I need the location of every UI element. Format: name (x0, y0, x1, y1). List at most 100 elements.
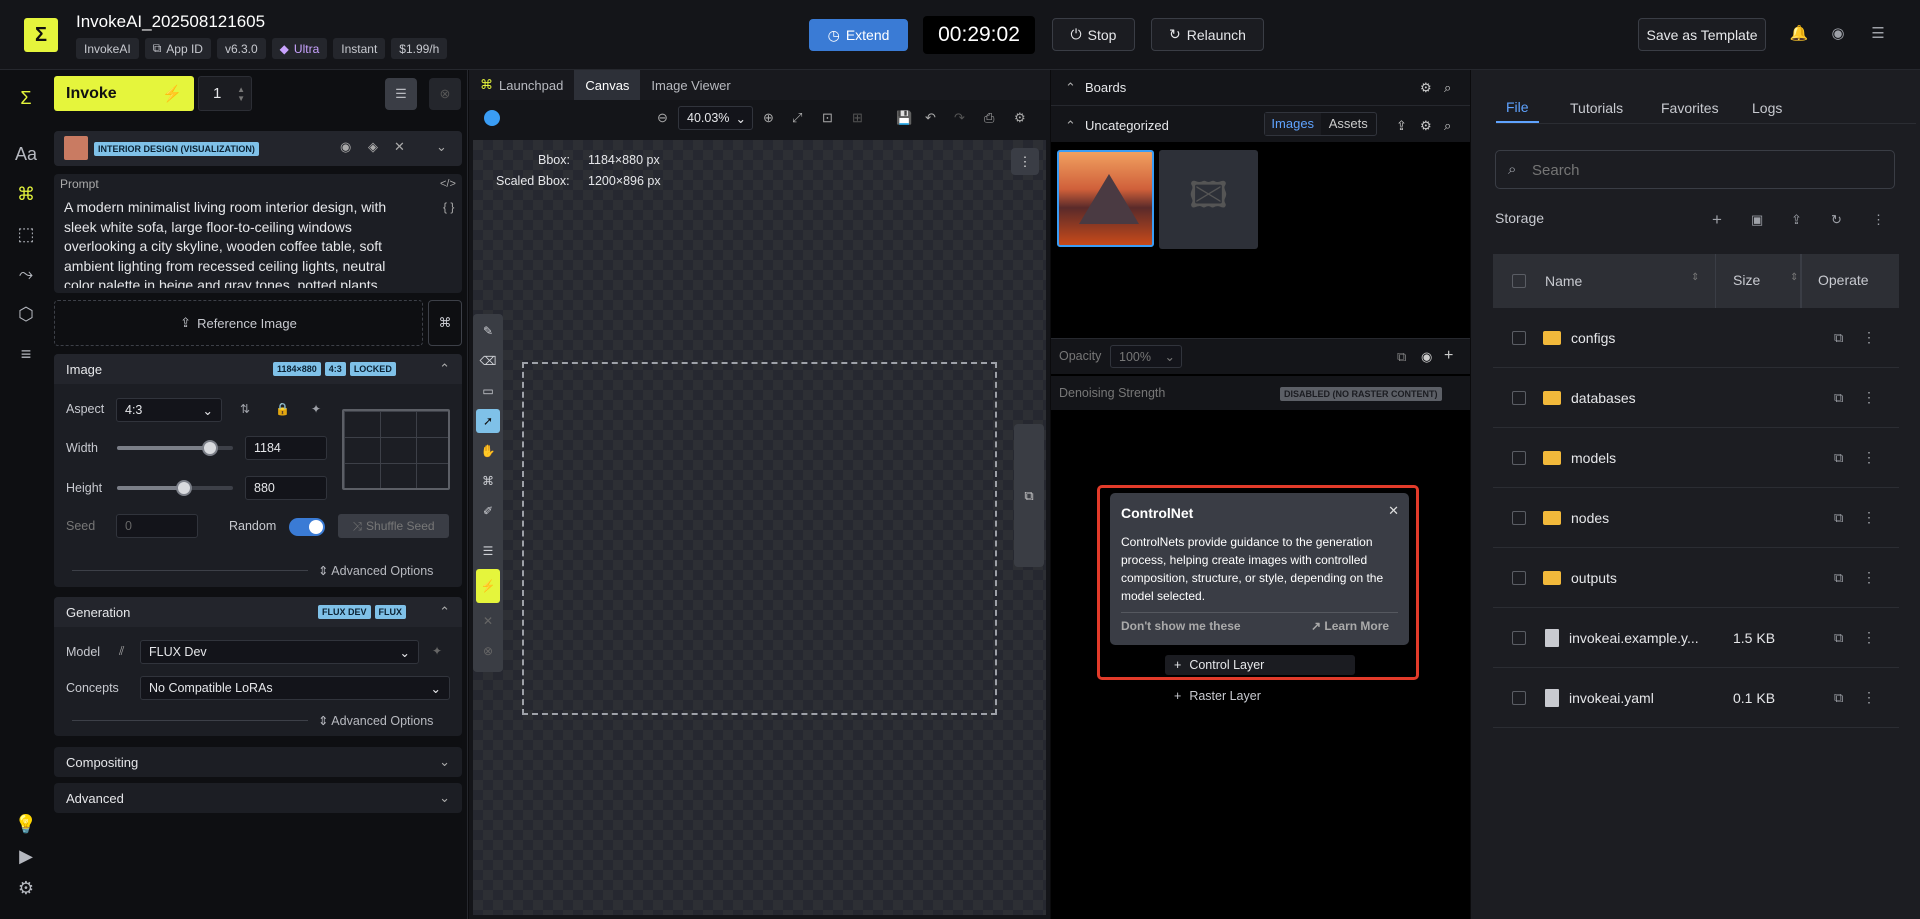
column-size[interactable]: Size (1733, 272, 1760, 288)
row-more-icon[interactable]: ⋮ (1862, 689, 1876, 706)
text-tool-icon[interactable]: Aa (12, 140, 40, 168)
rect-tool-icon[interactable]: ▭ (476, 379, 500, 403)
undo-icon[interactable]: ↶ (925, 110, 936, 126)
height-slider[interactable] (117, 480, 233, 496)
invoke-lightning-icon[interactable]: ⚡ (476, 569, 500, 603)
table-row[interactable]: invokeai.example.y... 1.5 KB ⧉ ⋮ (1493, 608, 1899, 668)
magic-wand-icon[interactable]: ✦ (311, 402, 321, 416)
table-row[interactable]: invokeai.yaml 0.1 KB ⧉ ⋮ (1493, 668, 1899, 728)
row-more-icon[interactable]: ⋮ (1862, 329, 1876, 346)
sort-icon[interactable]: ⇕ (1691, 272, 1699, 283)
uncategorized-board-header[interactable]: ⌃ Uncategorized Images Assets ⇪ ⚙ ⌕ (1051, 106, 1470, 142)
bell-icon[interactable]: 🔔 (1789, 24, 1809, 44)
gallery-toggle-icon[interactable]: ⧉ (1014, 424, 1044, 567)
braces-icon[interactable]: { } (443, 200, 454, 214)
chip-app-id[interactable]: ⧉ App ID (144, 38, 211, 59)
dont-show-link[interactable]: Don't show me these (1121, 619, 1241, 633)
archive-icon[interactable]: ▣ (1751, 212, 1763, 228)
table-row[interactable]: models ⧉ ⋮ (1493, 428, 1899, 488)
canvas-settings-icon[interactable]: ⚙ (1014, 110, 1026, 126)
models-cube-icon[interactable]: ⬡ (12, 300, 40, 328)
copy-path-icon[interactable]: ⧉ (1834, 690, 1843, 706)
file-name[interactable]: invokeai.yaml (1569, 690, 1699, 706)
zoom-out-icon[interactable]: ⊖ (657, 110, 668, 126)
boards-settings-icon[interactable]: ⚙ (1420, 80, 1432, 96)
aspect-select[interactable]: 4:3 ⌄ (116, 398, 222, 422)
placeholder-image-icon[interactable]: 🖾 (1159, 150, 1258, 249)
chevron-up-icon[interactable]: ⌃ (439, 604, 450, 620)
row-checkbox[interactable] (1512, 330, 1526, 345)
column-name[interactable]: Name (1545, 273, 1582, 289)
color-picker-icon[interactable]: ✐ (476, 499, 500, 523)
copy-path-icon[interactable]: ⧉ (1834, 510, 1843, 526)
tab-launchpad[interactable]: ⌘ Launchpad (469, 70, 574, 100)
canvas-more-button[interactable]: ⋮ (1011, 148, 1039, 175)
export-icon[interactable]: ⎙ (984, 110, 994, 126)
queue-menu-button[interactable]: ☰ (385, 78, 417, 110)
file-name[interactable]: invokeai.example.y... (1569, 630, 1699, 646)
queue-icon[interactable]: ≡ (12, 340, 40, 368)
video-icon[interactable]: ▶ (12, 842, 40, 870)
file-name[interactable]: outputs (1571, 570, 1701, 586)
add-region-button[interactable]: ⌘ (428, 300, 462, 346)
copy-path-icon[interactable]: ⧉ (1834, 630, 1843, 646)
tab-images[interactable]: Images (1265, 113, 1321, 135)
row-more-icon[interactable]: ⋮ (1862, 449, 1876, 466)
eye-icon[interactable]: ◉ (340, 139, 351, 155)
copy-path-icon[interactable]: ⧉ (1834, 570, 1843, 586)
invoke-rail-logo-icon[interactable]: Σ (12, 84, 40, 112)
new-folder-icon[interactable]: + (1712, 210, 1722, 230)
row-checkbox[interactable] (1512, 510, 1526, 525)
tooltip-close-icon[interactable]: ✕ (1388, 503, 1399, 519)
upload-icon[interactable]: ⇪ (1396, 118, 1407, 134)
invoke-button[interactable]: Invoke ⚡ (54, 76, 194, 111)
generation-advanced-options[interactable]: ⇕ Advanced Options (318, 713, 433, 728)
gallery-settings-icon[interactable]: ⚙ (1420, 118, 1432, 134)
row-more-icon[interactable]: ⋮ (1862, 569, 1876, 586)
compositing-section[interactable]: Compositing ⌄ (54, 747, 462, 777)
tab-logs[interactable]: Logs (1742, 93, 1792, 123)
stop-button[interactable]: ⏻ Stop (1052, 18, 1135, 51)
row-checkbox[interactable] (1512, 390, 1526, 405)
unlink-icon[interactable]: ⫽ (119, 644, 124, 659)
table-row[interactable]: configs ⧉ ⋮ (1493, 308, 1899, 368)
eraser-tool-icon[interactable]: ⌫ (476, 349, 500, 373)
fit-bbox-icon[interactable]: ⊡ (822, 110, 833, 126)
shuffle-seed-button[interactable]: ⤨ Shuffle Seed (338, 514, 449, 538)
more-icon[interactable]: ⋮ (1872, 212, 1885, 228)
close-icon[interactable]: ✕ (394, 139, 405, 155)
canvas-mode-icon[interactable]: ⌘ (12, 180, 40, 208)
discord-icon[interactable]: ◉ (1828, 24, 1848, 44)
generation-section-header[interactable]: Generation FLUX DEV FLUX ⌃ (54, 597, 462, 627)
row-more-icon[interactable]: ⋮ (1862, 389, 1876, 406)
tab-image-viewer[interactable]: Image Viewer (640, 70, 741, 100)
layers-icon[interactable]: ◈ (368, 139, 378, 155)
menu-icon[interactable]: ☰ (1868, 24, 1888, 44)
concepts-select[interactable]: No Compatible LoRAs ⌄ (140, 676, 450, 700)
layer-duplicate-icon[interactable]: ⧉ (1397, 349, 1406, 365)
select-all-checkbox[interactable] (1512, 274, 1526, 288)
file-name[interactable]: configs (1571, 330, 1701, 346)
upload-file-icon[interactable]: ⇪ (1791, 212, 1802, 228)
bbox-tool-icon[interactable]: ⌘ (476, 469, 500, 493)
width-slider[interactable] (117, 440, 233, 456)
row-more-icon[interactable]: ⋮ (1862, 629, 1876, 646)
style-preset-card[interactable]: INTERIOR DESIGN (VISUALIZATION) ◉ ◈ ✕ ⌄ (54, 131, 462, 166)
prompt-input[interactable]: A modern minimalist living room interior… (64, 198, 414, 288)
bounding-box[interactable] (522, 362, 997, 715)
lock-icon[interactable]: 🔒 (275, 402, 290, 416)
relaunch-button[interactable]: ↻ Relaunch (1151, 18, 1264, 51)
zoom-select[interactable]: 40.03% ⌄ (678, 106, 753, 130)
file-name[interactable]: models (1571, 450, 1701, 466)
stepper-arrows-icon[interactable]: ▲ ▼ (237, 85, 245, 103)
opacity-select[interactable]: 100% ⌄ (1110, 345, 1182, 368)
search-input[interactable] (1532, 158, 1882, 182)
file-name[interactable]: databases (1571, 390, 1701, 406)
seed-input[interactable]: 0 (116, 514, 198, 538)
settings-gear-icon[interactable]: ⚙ (12, 874, 40, 902)
tab-canvas[interactable]: Canvas (574, 70, 641, 100)
chevron-up-icon[interactable]: ⌃ (439, 361, 450, 377)
random-seed-toggle[interactable] (289, 518, 325, 536)
cancel-x-icon[interactable]: ✕ (476, 609, 500, 633)
model-settings-icon[interactable]: ✦ (432, 644, 442, 658)
